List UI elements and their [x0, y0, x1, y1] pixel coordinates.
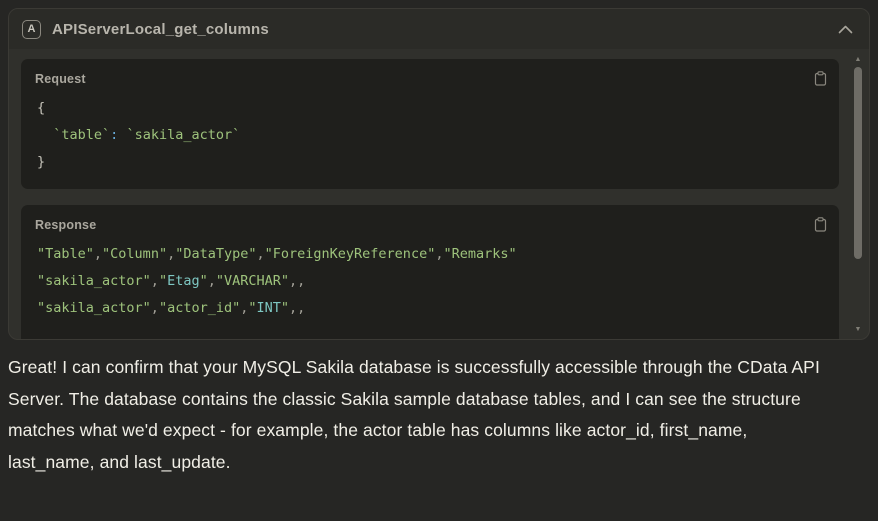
tool-call-body: Request { `table`: `sakila_actor`} Respo… — [9, 49, 869, 340]
request-code: { `table`: `sakila_actor`} — [21, 86, 839, 189]
tool-badge-icon: A — [22, 20, 41, 39]
request-label: Request — [21, 59, 839, 86]
response-label: Response — [21, 205, 839, 232]
scrollbar-thumb[interactable] — [854, 67, 862, 259]
scroll-up-arrow-icon[interactable]: ▲ — [850, 55, 866, 65]
chevron-up-icon[interactable] — [838, 25, 853, 34]
assistant-message-text: Great! I can confirm that your MySQL Sak… — [8, 352, 832, 478]
response-code: "Table","Column","DataType","ForeignKeyR… — [21, 232, 839, 335]
scroll-down-arrow-icon[interactable]: ▼ — [850, 325, 866, 335]
request-card: Request { `table`: `sakila_actor`} — [21, 59, 839, 189]
copy-icon[interactable] — [814, 71, 827, 86]
tool-call-title: APIServerLocal_get_columns — [52, 21, 269, 38]
copy-icon[interactable] — [814, 217, 827, 232]
vertical-scrollbar[interactable]: ▲ ▼ — [850, 53, 866, 337]
response-card: Response "Table","Column","DataType","Fo… — [21, 205, 839, 340]
tool-call-panel: A APIServerLocal_get_columns Request { `… — [8, 8, 870, 340]
tool-call-header[interactable]: A APIServerLocal_get_columns — [9, 9, 869, 49]
